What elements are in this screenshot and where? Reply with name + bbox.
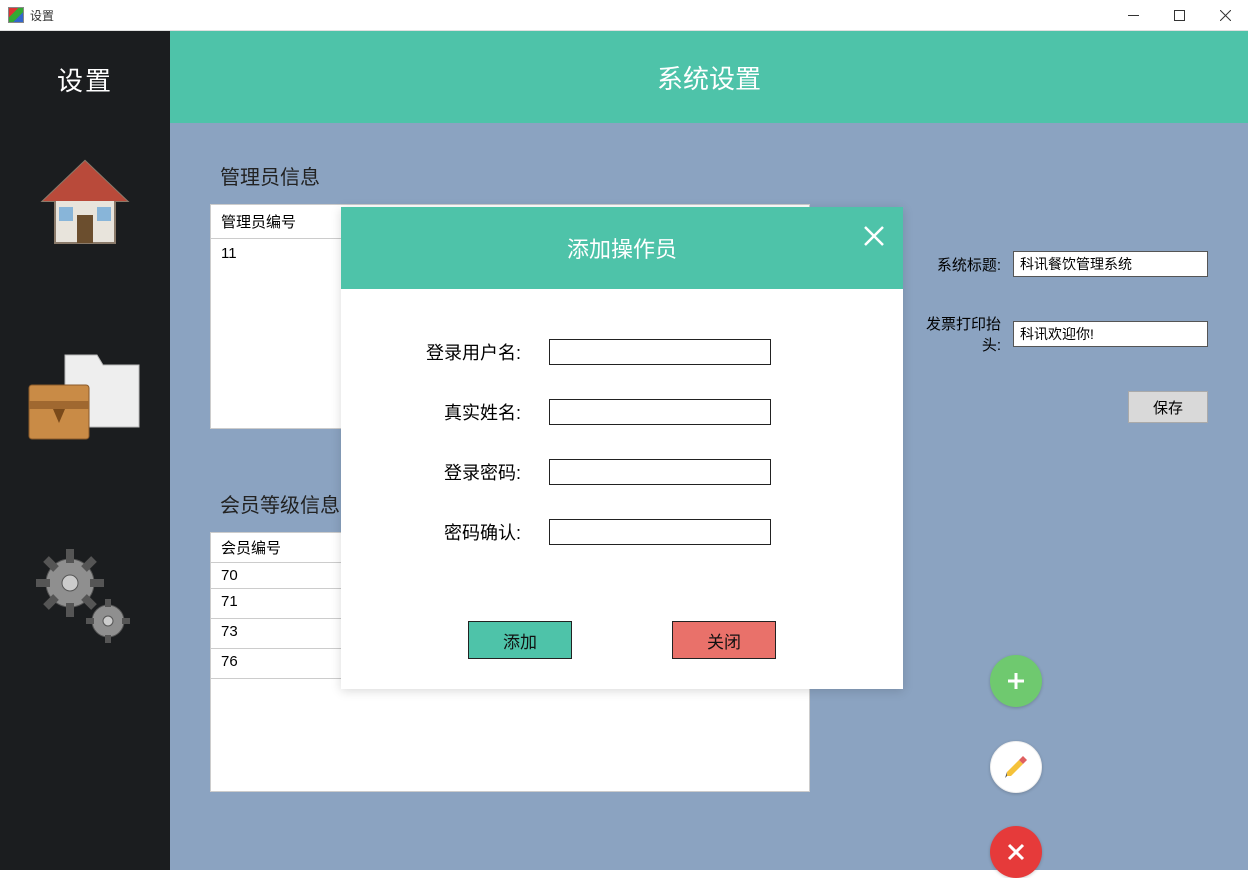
home-icon <box>35 153 135 253</box>
dialog-close-button[interactable] <box>861 223 887 249</box>
sidebar: 设置 <box>0 31 170 870</box>
app-icon <box>8 7 24 23</box>
save-button[interactable]: 保存 <box>1128 391 1208 423</box>
x-icon <box>1004 840 1028 864</box>
close-icon <box>861 223 887 249</box>
pencil-icon <box>1001 752 1031 782</box>
invoice-head-label: 发票打印抬头: <box>908 313 1001 355</box>
dialog-cancel-button[interactable]: 关闭 <box>672 621 776 659</box>
close-button[interactable] <box>1202 0 1248 31</box>
minimize-button[interactable] <box>1110 0 1156 31</box>
add-member-button[interactable] <box>990 655 1042 707</box>
delete-member-button[interactable] <box>990 826 1042 878</box>
system-title-input[interactable] <box>1013 251 1208 277</box>
realname-input[interactable] <box>549 399 771 425</box>
window-title: 设置 <box>30 7 54 24</box>
realname-label: 真实姓名: <box>401 399 521 425</box>
dialog-title: 添加操作员 <box>567 232 677 264</box>
dialog-footer: 添加 关闭 <box>341 609 903 689</box>
add-operator-dialog: 添加操作员 登录用户名: 真实姓名: 登录密码 <box>341 207 903 689</box>
password-label: 登录密码: <box>401 459 521 485</box>
username-label: 登录用户名: <box>401 339 521 365</box>
password-input[interactable] <box>549 459 771 485</box>
username-input[interactable] <box>549 339 771 365</box>
page-header: 系统设置 <box>170 31 1248 123</box>
dialog-body: 登录用户名: 真实姓名: 登录密码: 密码确认: <box>341 289 903 609</box>
window-titlebar: 设置 <box>0 0 1248 31</box>
gears-icon <box>30 543 140 653</box>
system-settings-form: 系统标题: 发票打印抬头: 保存 <box>908 251 1208 423</box>
box-folder-icon <box>25 343 145 453</box>
content-area: 系统设置 管理员信息 管理员编号 11 系统标题: 发票打印抬 <box>170 31 1248 870</box>
page-header-title: 系统设置 <box>657 59 761 96</box>
confirm-label: 密码确认: <box>401 519 521 545</box>
admin-section-label: 管理员信息 <box>220 161 1208 190</box>
system-title-label: 系统标题: <box>908 254 1001 275</box>
dialog-header: 添加操作员 <box>341 207 903 289</box>
invoice-head-input[interactable] <box>1013 321 1208 347</box>
sidebar-title: 设置 <box>57 61 113 98</box>
sidebar-item-home[interactable] <box>25 153 145 253</box>
window-controls <box>1110 0 1248 31</box>
confirm-input[interactable] <box>549 519 771 545</box>
maximize-button[interactable] <box>1156 0 1202 31</box>
sidebar-item-archive[interactable] <box>25 343 145 453</box>
dialog-add-button[interactable]: 添加 <box>468 621 572 659</box>
plus-icon <box>1002 667 1030 695</box>
sidebar-item-settings[interactable] <box>25 543 145 653</box>
edit-member-button[interactable] <box>990 741 1042 793</box>
